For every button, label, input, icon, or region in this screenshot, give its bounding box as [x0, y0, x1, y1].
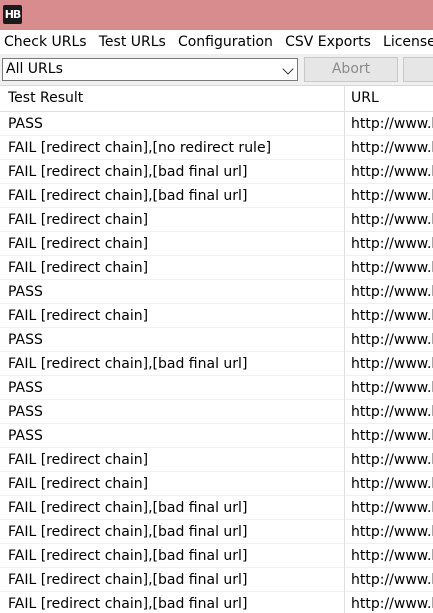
url-cell: http://www.k [351, 164, 433, 180]
table-body: PASS http://www.k FAIL [redirect chain],[n… [0, 112, 433, 613]
menu-license[interactable]: License [379, 30, 433, 54]
url-cell: http://www.k [351, 332, 433, 348]
table-row[interactable]: FAIL [redirect chain] http://www.k [0, 208, 433, 232]
test-result-cell: FAIL [redirect chain],[bad final url] [8, 356, 248, 372]
table-row[interactable]: FAIL [redirect chain],[bad final url] htt… [0, 352, 433, 376]
test-result-cell: FAIL [redirect chain] [8, 452, 149, 468]
test-result-cell: FAIL [redirect chain],[bad final url] [8, 548, 248, 564]
table-row[interactable]: PASS http://www.k [0, 112, 433, 136]
table-row[interactable]: FAIL [redirect chain],[bad final url] htt… [0, 568, 433, 592]
url-cell: http://www.k [351, 284, 433, 300]
test-result-cell: PASS [8, 380, 43, 396]
table-row[interactable]: FAIL [redirect chain],[no redirect rule]… [0, 136, 433, 160]
test-result-cell: PASS [8, 404, 43, 420]
table-row[interactable]: PASS http://www.k [0, 280, 433, 304]
results-table: Test Result URL PASS http://www.k FAIL [re… [0, 86, 433, 613]
test-result-cell: FAIL [redirect chain] [8, 308, 149, 324]
test-result-cell: FAIL [redirect chain] [8, 236, 149, 252]
test-result-cell: PASS [8, 428, 43, 444]
url-cell: http://www.k [351, 260, 433, 276]
test-result-cell: FAIL [redirect chain] [8, 476, 149, 492]
url-cell: http://www.k [351, 476, 433, 492]
table-row[interactable]: FAIL [redirect chain] http://www.k [0, 472, 433, 496]
url-cell: http://www.k [351, 452, 433, 468]
test-result-cell: PASS [8, 284, 43, 300]
table-header: Test Result URL [0, 86, 433, 112]
menu-csv-exports[interactable]: CSV Exports [281, 30, 375, 54]
table-row[interactable]: PASS http://www.k [0, 328, 433, 352]
table-row[interactable]: PASS http://www.k [0, 376, 433, 400]
app-logo-icon: HB [3, 5, 22, 24]
table-row[interactable]: FAIL [redirect chain] http://www.k [0, 256, 433, 280]
abort-button[interactable]: Abort [304, 57, 398, 82]
url-cell: http://www.k [351, 380, 433, 396]
url-cell: http://www.k [351, 236, 433, 252]
table-row[interactable]: FAIL [redirect chain],[bad final url] htt… [0, 496, 433, 520]
url-cell: http://www.k [351, 140, 433, 156]
toolbar-button-partial[interactable] [403, 57, 433, 82]
url-cell: http://www.k [351, 116, 433, 132]
table-row[interactable]: FAIL [redirect chain] http://www.k [0, 448, 433, 472]
url-cell: http://www.k [351, 404, 433, 420]
test-result-cell: FAIL [redirect chain],[no redirect rule] [8, 140, 272, 156]
table-row[interactable]: PASS http://www.k [0, 400, 433, 424]
test-result-cell: FAIL [redirect chain],[bad final url] [8, 524, 248, 540]
table-row[interactable]: FAIL [redirect chain] http://www.k [0, 232, 433, 256]
test-result-cell: FAIL [redirect chain] [8, 260, 149, 276]
test-result-cell: FAIL [redirect chain] [8, 212, 149, 228]
url-cell: http://www.k [351, 212, 433, 228]
url-cell: http://www.k [351, 572, 433, 588]
test-result-cell: PASS [8, 332, 43, 348]
url-cell: http://www.k [351, 596, 433, 612]
url-cell: http://www.k [351, 548, 433, 564]
toolbar: All URLs Abort [0, 54, 433, 86]
url-filter-value: All URLs [6, 61, 63, 77]
test-result-cell: FAIL [redirect chain],[bad final url] [8, 188, 248, 204]
test-result-cell: FAIL [redirect chain],[bad final url] [8, 572, 248, 588]
title-bar: HB [0, 0, 433, 30]
column-divider[interactable] [344, 86, 345, 613]
table-row[interactable]: FAIL [redirect chain],[bad final url] htt… [0, 184, 433, 208]
table-row[interactable]: FAIL [redirect chain],[bad final url] htt… [0, 544, 433, 568]
test-result-cell: FAIL [redirect chain],[bad final url] [8, 164, 248, 180]
table-row[interactable]: FAIL [redirect chain],[bad final url] htt… [0, 160, 433, 184]
url-cell: http://www.k [351, 500, 433, 516]
table-row[interactable]: PASS http://www.k [0, 424, 433, 448]
url-cell: http://www.k [351, 356, 433, 372]
url-cell: http://www.k [351, 308, 433, 324]
menu-configuration[interactable]: Configuration [174, 30, 277, 54]
url-cell: http://www.k [351, 428, 433, 444]
url-cell: http://www.k [351, 524, 433, 540]
url-filter-dropdown[interactable]: All URLs [2, 58, 298, 81]
menu-bar: Check URLs Test URLs Configuration CSV E… [0, 30, 433, 54]
column-header-url[interactable]: URL [351, 86, 433, 111]
menu-test-urls[interactable]: Test URLs [95, 30, 170, 54]
table-row[interactable]: FAIL [redirect chain] http://www.k [0, 304, 433, 328]
column-header-test-result[interactable]: Test Result [8, 86, 342, 111]
table-row[interactable]: FAIL [redirect chain],[bad final url] htt… [0, 520, 433, 544]
chevron-down-icon [282, 63, 294, 75]
menu-check-urls[interactable]: Check URLs [0, 30, 91, 54]
table-row[interactable]: FAIL [redirect chain],[bad final url] htt… [0, 592, 433, 613]
url-cell: http://www.k [351, 188, 433, 204]
test-result-cell: PASS [8, 116, 43, 132]
test-result-cell: FAIL [redirect chain],[bad final url] [8, 500, 248, 516]
test-result-cell: FAIL [redirect chain],[bad final url] [8, 596, 248, 612]
